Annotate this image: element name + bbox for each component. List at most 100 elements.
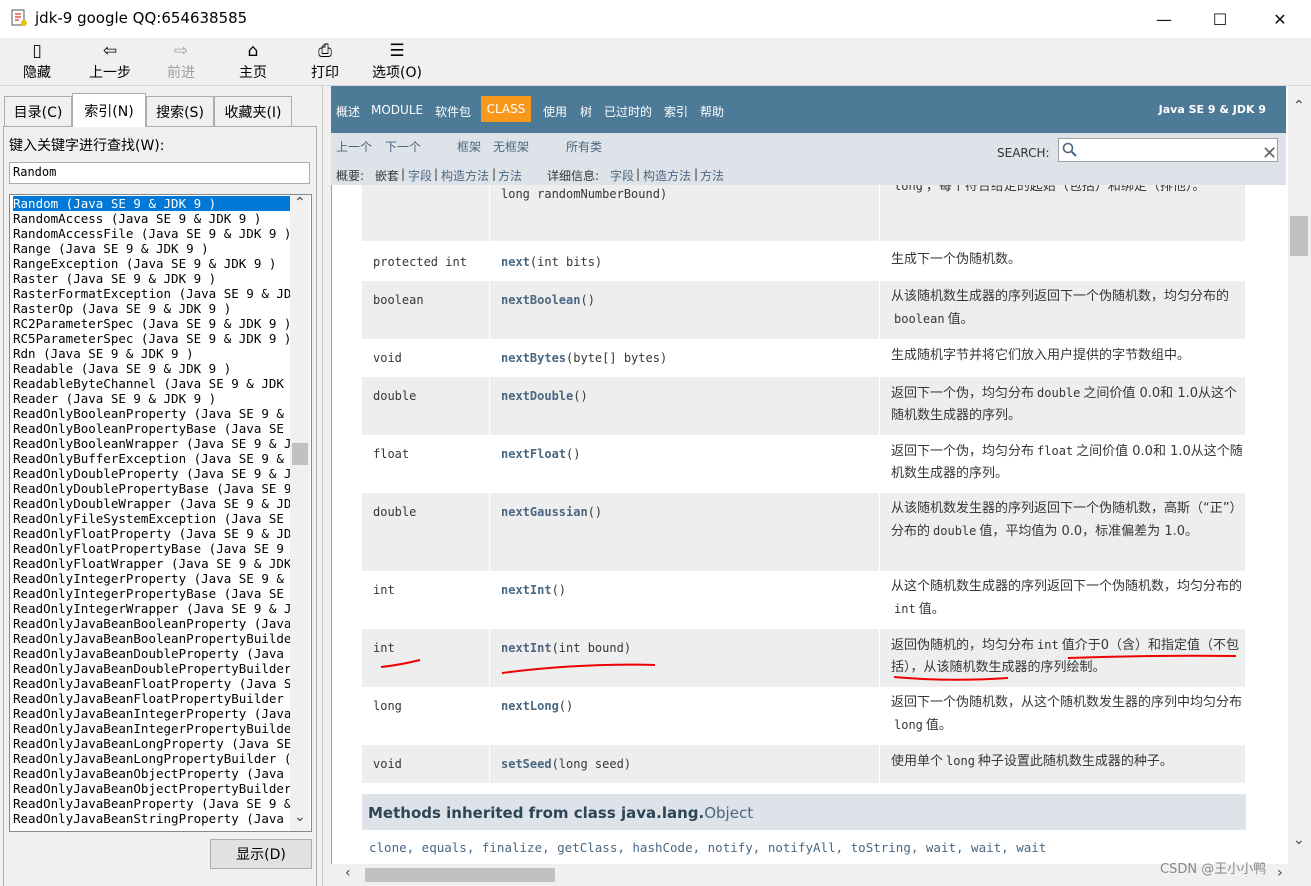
index-list-item[interactable]: ReadOnlyBooleanPropertyBase (Java SE 9 &… xyxy=(13,421,291,436)
content-vertical-scrollbar[interactable]: ⌃ ⌄ xyxy=(1288,86,1311,864)
method-name-link[interactable]: nextBoolean xyxy=(501,293,580,307)
show-button[interactable]: 显示(D) xyxy=(210,839,312,869)
index-list-item[interactable]: ReadOnlyJavaBeanIntegerPropertyBuilder (… xyxy=(13,721,291,736)
index-list-item[interactable]: ReadOnlyJavaBeanObjectProperty (Java SE … xyxy=(13,766,291,781)
index-list-item[interactable]: RC5ParameterSpec (Java SE 9 & JDK 9 ) xyxy=(13,331,291,346)
detail-constructor-link[interactable]: 构造方法 xyxy=(643,167,691,184)
method-name-link[interactable]: nextInt xyxy=(501,641,552,655)
summary-constructor-link[interactable]: 构造方法 xyxy=(441,167,489,184)
index-list-item[interactable]: Reader (Java SE 9 & JDK 9 ) xyxy=(13,391,291,406)
index-list-item[interactable]: ReadOnlyJavaBeanDoubleProperty (Java SE … xyxy=(13,646,291,661)
next-class-link[interactable]: 下一个 xyxy=(385,138,421,155)
allclasses-link[interactable]: 所有类 xyxy=(566,138,602,155)
index-list-item[interactable]: ReadOnlyIntegerProperty (Java SE 9 & JDK… xyxy=(13,571,291,586)
pane-splitter[interactable] xyxy=(322,86,330,886)
index-list-scroll-thumb[interactable] xyxy=(292,443,308,465)
index-list-scrollbar[interactable]: ⌃ ⌄ xyxy=(290,195,310,831)
summary-field-link[interactable]: 字段 xyxy=(408,167,432,184)
print-button[interactable]: ⎙ 打印 xyxy=(304,40,346,84)
tab-index[interactable]: 索引(N) xyxy=(72,93,146,127)
keyword-input[interactable]: Random xyxy=(9,162,310,184)
forward-button[interactable]: ⇨ 前进 xyxy=(160,40,202,84)
index-list-item[interactable]: ReadOnlyFileSystemException (Java SE 9 &… xyxy=(13,511,291,526)
object-class-link[interactable]: Object xyxy=(704,804,753,822)
index-list[interactable]: Random (Java SE 9 & JDK 9 ) RandomAccess … xyxy=(9,194,312,832)
index-list-item[interactable]: ReadOnlyJavaBeanFloatProperty (Java SE 9… xyxy=(13,676,291,691)
index-list-item[interactable]: ReadOnlyDoublePropertyBase (Java SE 9 & … xyxy=(13,481,291,496)
method-name-link[interactable]: nextFloat xyxy=(501,447,566,461)
index-list-item[interactable]: ReadOnlyDoubleWrapper (Java SE 9 & JDK 9… xyxy=(13,496,291,511)
detail-method-link[interactable]: 方法 xyxy=(700,167,724,184)
nav-tree[interactable]: 树 xyxy=(580,103,592,120)
back-button[interactable]: ⇦ 上一步 xyxy=(82,40,138,84)
minimize-button[interactable]: — xyxy=(1141,0,1187,38)
scroll-down-icon[interactable]: ⌄ xyxy=(294,809,306,825)
index-list-item[interactable]: ReadOnlyBufferException (Java SE 9 & JDK… xyxy=(13,451,291,466)
index-list-item[interactable]: ReadOnlyJavaBeanDoublePropertyBuilder (J… xyxy=(13,661,291,676)
index-list-item[interactable]: RasterFormatException (Java SE 9 & JDK 9… xyxy=(13,286,291,301)
scroll-right-icon[interactable]: › xyxy=(1277,865,1283,881)
nav-use[interactable]: 使用 xyxy=(543,103,567,120)
index-list-item[interactable]: ReadOnlyFloatPropertyBase (Java SE 9 & J… xyxy=(13,541,291,556)
index-list-item[interactable]: ReadOnlyJavaBeanObjectPropertyBuilder (J… xyxy=(13,781,291,796)
index-list-item[interactable]: ReadableByteChannel (Java SE 9 & JDK 9 ) xyxy=(13,376,291,391)
maximize-button[interactable]: ☐ xyxy=(1197,0,1243,38)
summary-method-link[interactable]: 方法 xyxy=(498,167,522,184)
scroll-left-icon[interactable]: ‹ xyxy=(345,865,351,881)
index-list-item[interactable]: ReadOnlyIntegerPropertyBase (Java SE 9 &… xyxy=(13,586,291,601)
inherited-methods-list[interactable]: clone, equals, finalize, getClass, hashC… xyxy=(369,840,1269,855)
method-name-link[interactable]: nextLong xyxy=(501,699,559,713)
index-list-item[interactable]: RandomAccessFile (Java SE 9 & JDK 9 ) xyxy=(13,226,291,241)
index-list-item[interactable]: ReadOnlyJavaBeanStringProperty (Java SE … xyxy=(13,811,291,826)
tab-favorites[interactable]: 收藏夹(I) xyxy=(214,96,292,126)
method-name-link[interactable]: nextGaussian xyxy=(501,505,588,519)
index-list-item[interactable]: ReadOnlyJavaBeanFloatPropertyBuilder (Ja… xyxy=(13,691,291,706)
tab-contents[interactable]: 目录(C) xyxy=(4,96,72,126)
tab-search[interactable]: 搜索(S) xyxy=(146,96,214,126)
index-list-item[interactable]: ReadOnlyBooleanWrapper (Java SE 9 & JDK … xyxy=(13,436,291,451)
nav-class[interactable]: CLASS xyxy=(481,96,531,122)
method-name-link[interactable]: setSeed xyxy=(501,757,552,771)
nav-deprecated[interactable]: 已过时的 xyxy=(604,103,652,120)
index-list-item[interactable]: ReadOnlyJavaBeanProperty (Java SE 9 & JD… xyxy=(13,796,291,811)
nav-package[interactable]: 软件包 xyxy=(435,103,471,120)
nav-module[interactable]: MODULE xyxy=(371,103,423,117)
method-name-link[interactable]: nextDouble xyxy=(501,389,573,403)
index-list-item[interactable]: ReadOnlyJavaBeanIntegerProperty (Java SE… xyxy=(13,706,291,721)
options-button[interactable]: ☰ 选项(O) xyxy=(366,40,428,84)
frames-link[interactable]: 框架 xyxy=(457,138,481,155)
scroll-up-icon[interactable]: ⌃ xyxy=(1293,98,1305,114)
index-list-item[interactable]: ReadOnlyFloatWrapper (Java SE 9 & JDK 9 … xyxy=(13,556,291,571)
home-button[interactable]: ⌂ 主页 xyxy=(232,40,274,84)
index-list-item[interactable]: ReadOnlyBooleanProperty (Java SE 9 & JDK… xyxy=(13,406,291,421)
scroll-up-icon[interactable]: ⌃ xyxy=(294,195,306,211)
index-list-item[interactable]: ReadOnlyJavaBeanLongProperty (Java SE 9 … xyxy=(13,736,291,751)
content-vertical-scroll-thumb[interactable] xyxy=(1290,216,1308,256)
method-name-link[interactable]: nextInt xyxy=(501,583,552,597)
index-list-item[interactable]: Range (Java SE 9 & JDK 9 ) xyxy=(13,241,291,256)
index-list-item[interactable]: RasterOp (Java SE 9 & JDK 9 ) xyxy=(13,301,291,316)
index-list-item[interactable]: ReadOnlyJavaBeanBooleanProperty (Java SE… xyxy=(13,616,291,631)
index-list-item[interactable]: ReadOnlyFloatProperty (Java SE 9 & JDK 9… xyxy=(13,526,291,541)
index-list-item[interactable]: Raster (Java SE 9 & JDK 9 ) xyxy=(13,271,291,286)
method-name-link[interactable]: next xyxy=(501,255,530,269)
index-list-item[interactable]: ReadOnlyJavaBeanBooleanPropertyBuilder (… xyxy=(13,631,291,646)
index-list-item[interactable]: RC2ParameterSpec (Java SE 9 & JDK 9 ) xyxy=(13,316,291,331)
index-list-item[interactable]: Random (Java SE 9 & JDK 9 ) xyxy=(13,196,291,211)
index-list-item[interactable]: ReadOnlyDoubleProperty (Java SE 9 & JDK … xyxy=(13,466,291,481)
scroll-down-icon[interactable]: ⌄ xyxy=(1293,832,1305,848)
index-list-item[interactable]: ReadOnlyIntegerWrapper (Java SE 9 & JDK … xyxy=(13,601,291,616)
index-list-item[interactable]: ReadOnlyJavaBeanLongPropertyBuilder (Jav… xyxy=(13,751,291,766)
doc-search-input[interactable] xyxy=(1058,138,1278,162)
clear-search-icon[interactable]: ✕ xyxy=(1262,143,1277,164)
noframes-link[interactable]: 无框架 xyxy=(493,138,529,155)
hide-button[interactable]: ▯ 隐藏 xyxy=(16,40,58,84)
index-list-item[interactable]: Readable (Java SE 9 & JDK 9 ) xyxy=(13,361,291,376)
index-list-item[interactable]: Rdn (Java SE 9 & JDK 9 ) xyxy=(13,346,291,361)
method-name-link[interactable]: nextBytes xyxy=(501,351,566,365)
content-horizontal-scroll-thumb[interactable] xyxy=(365,868,555,882)
nav-overview[interactable]: 概述 xyxy=(336,103,360,120)
index-list-item[interactable]: RangeException (Java SE 9 & JDK 9 ) xyxy=(13,256,291,271)
detail-field-link[interactable]: 字段 xyxy=(610,167,634,184)
index-list-item[interactable]: RandomAccess (Java SE 9 & JDK 9 ) xyxy=(13,211,291,226)
